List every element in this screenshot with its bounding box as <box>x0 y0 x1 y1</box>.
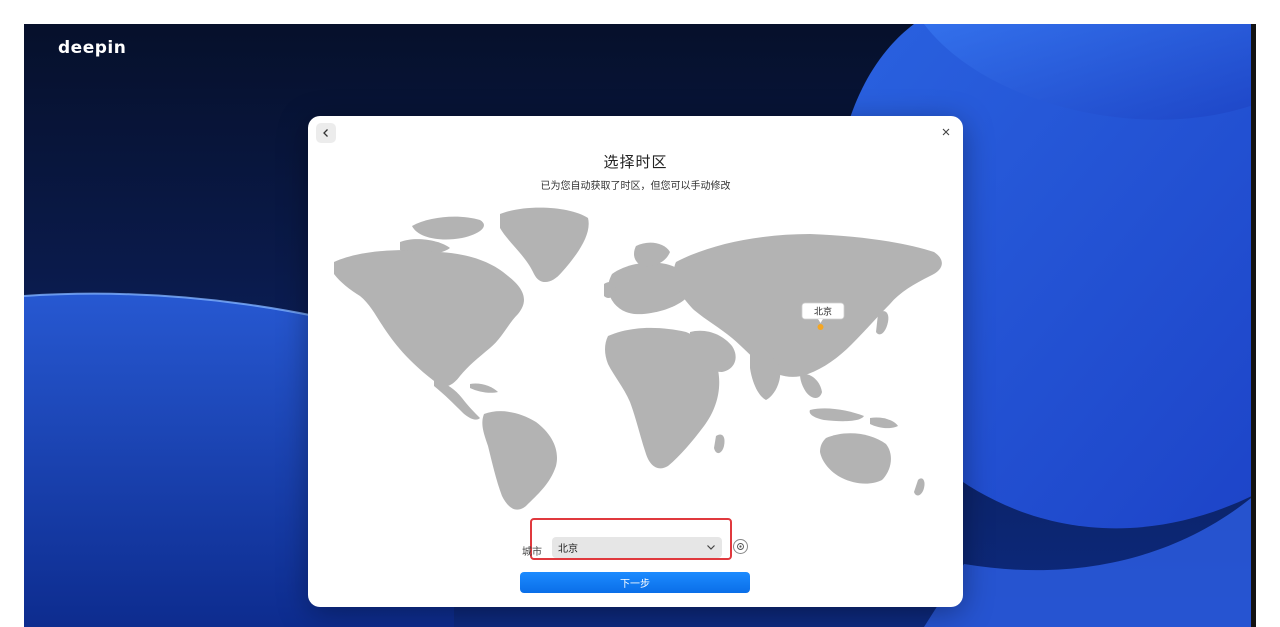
map-se-asia <box>800 373 822 398</box>
next-button[interactable]: 下一步 <box>520 572 750 593</box>
chevron-left-icon <box>323 129 328 137</box>
back-button[interactable] <box>316 123 336 143</box>
map-south-america <box>482 411 558 510</box>
map-scandinavia <box>634 242 670 267</box>
map-australia <box>820 433 891 484</box>
page-title: 选择时区 <box>603 153 668 171</box>
location-pin <box>817 324 824 330</box>
locate-button[interactable] <box>733 539 748 554</box>
chevron-down-icon <box>707 545 715 550</box>
page-subtitle: 已为您自动获取了时区，但您可以手动修改 <box>540 181 731 192</box>
map-indonesia <box>809 408 864 422</box>
map-new-zealand <box>914 478 925 496</box>
world-map[interactable]: 北京 <box>330 204 952 514</box>
city-select[interactable]: 北京 <box>552 537 722 558</box>
map-caribbean <box>470 383 498 393</box>
close-icon <box>942 128 950 136</box>
map-new-guinea <box>870 417 898 429</box>
map-north-america <box>334 250 524 387</box>
city-select-value: 北京 <box>558 544 578 555</box>
locate-icon <box>737 543 744 550</box>
timezone-dialog: 选择时区 已为您自动获取了时区，但您可以手动修改 北京 城市 北京 下一步 <box>308 116 963 607</box>
close-button[interactable] <box>939 125 953 139</box>
city-label: 城市 <box>522 547 542 558</box>
map-greenland <box>500 207 589 283</box>
world-map-svg: 北京 <box>334 207 942 510</box>
map-arctic-islands <box>412 216 484 240</box>
marker-label: 北京 <box>814 306 832 318</box>
deepin-logo: deepin <box>58 38 127 58</box>
map-madagascar <box>714 434 725 454</box>
screen-edge <box>1251 24 1256 627</box>
